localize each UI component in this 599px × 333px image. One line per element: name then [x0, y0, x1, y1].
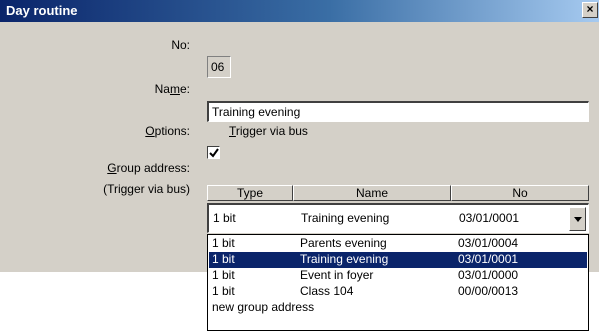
item-no: 00/00/0013: [458, 284, 519, 298]
new-group-address-item[interactable]: new group address: [209, 300, 587, 316]
no-field: 06: [207, 56, 231, 78]
group-address-label: Group address:: [107, 161, 190, 175]
group-address-combobox[interactable]: 1 bit Training evening 03/01/0001: [207, 203, 589, 233]
item-name: Parents evening: [300, 236, 387, 250]
chevron-down-icon: [574, 217, 582, 222]
close-button[interactable]: ×: [582, 2, 598, 18]
name-label: Name:: [154, 82, 190, 96]
item-type: 1 bit: [212, 268, 235, 282]
group-address-grid-header: Type Name No: [207, 185, 589, 201]
item-type: 1 bit: [212, 284, 235, 298]
item-type: 1 bit: [212, 252, 235, 266]
selected-no: 03/01/0001: [459, 211, 520, 225]
column-header-name[interactable]: Name: [293, 185, 451, 201]
list-item[interactable]: 1 bit Event in foyer 03/01/0000: [209, 268, 587, 284]
trigger-via-bus-checkbox[interactable]: [207, 146, 220, 159]
selected-name: Training evening: [301, 211, 390, 225]
title-bar[interactable]: Day routine ×: [0, 0, 599, 22]
list-item[interactable]: 1 bit Class 104 00/00/0013: [209, 284, 587, 300]
group-address-sublabel: (Trigger via bus): [103, 182, 190, 196]
item-name: Class 104: [300, 284, 354, 298]
no-label: No:: [171, 38, 190, 52]
checkmark-icon: [209, 148, 219, 158]
trigger-via-bus-label[interactable]: Trigger via bus: [229, 124, 308, 138]
new-group-address-label: new group address: [212, 300, 315, 314]
close-icon: ×: [586, 2, 594, 16]
item-name: Event in foyer: [300, 268, 374, 282]
day-routine-dialog: Day routine × No: 06 Name: Training even…: [0, 0, 599, 333]
selected-type: 1 bit: [213, 211, 236, 225]
item-no: 03/01/0001: [458, 252, 519, 266]
list-item[interactable]: 1 bit Parents evening 03/01/0004: [209, 236, 587, 252]
list-item-selected[interactable]: 1 bit Training evening 03/01/0001: [209, 252, 587, 268]
item-no: 03/01/0004: [458, 236, 519, 250]
item-name: Training evening: [300, 252, 389, 266]
dropdown-button[interactable]: [569, 207, 586, 231]
column-header-type[interactable]: Type: [207, 185, 293, 201]
name-input[interactable]: Training evening: [207, 101, 589, 122]
item-type: 1 bit: [212, 236, 235, 250]
item-no: 03/01/0000: [458, 268, 519, 282]
group-address-dropdown-list: 1 bit Parents evening 03/01/0004 1 bit T…: [207, 234, 589, 331]
window-title: Day routine: [6, 3, 78, 18]
column-header-no[interactable]: No: [451, 185, 589, 201]
options-label: Options:: [145, 124, 190, 138]
